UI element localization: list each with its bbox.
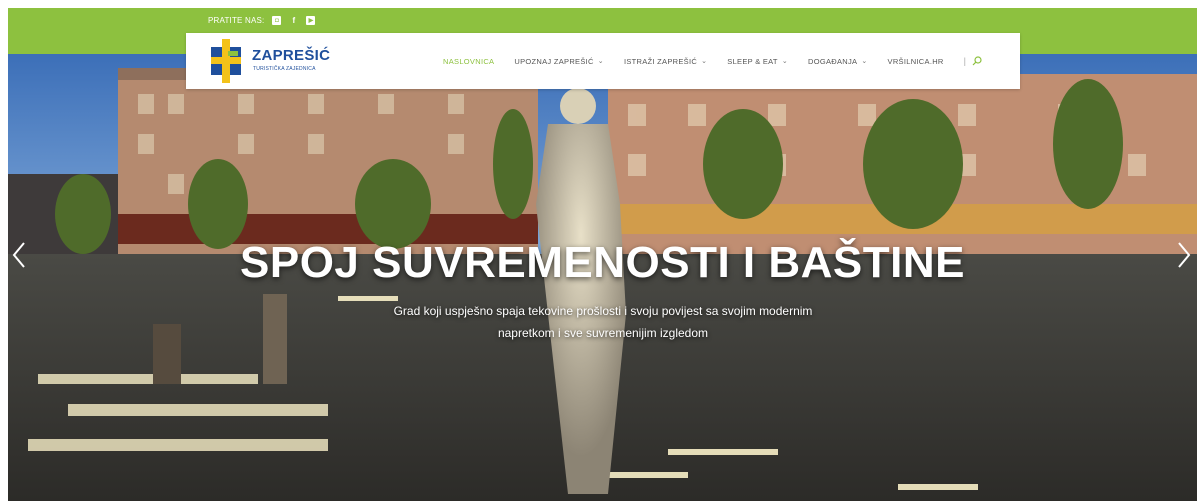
instagram-icon[interactable]: ◘ — [272, 16, 282, 25]
main-navigation: NASLOVNICA UPOZNAJ ZAPREŠIĆ ⌄ ISTRAŽI ZA… — [443, 33, 982, 89]
nav-label: ISTRAŽI ZAPREŠIĆ — [623, 56, 698, 66]
nav-sleep-eat[interactable]: SLEEP & EAT ⌄ — [727, 57, 788, 66]
brand-name: ZAPREŠIĆ — [252, 47, 331, 64]
nav-separator: | — [963, 56, 966, 66]
hero-subline-2: napretkom i sve suvremenijim izgledom — [497, 326, 709, 340]
nav-label: DOGAĐANJA — [807, 56, 858, 66]
zapresic-logo[interactable] — [208, 39, 244, 83]
brand-subtitle: TURISTIČKA ZAJEDNICA — [253, 66, 316, 72]
hero-slider: SPOJ SUVREMENOSTI I BAŠTINE Grad koji us… — [8, 54, 1197, 501]
search-icon[interactable] — [972, 56, 982, 66]
hero-headline: SPOJ SUVREMENOSTI I BAŠTINE — [240, 238, 965, 287]
nav-naslovnica[interactable]: NASLOVNICA — [443, 57, 494, 66]
nav-label: NASLOVNICA — [443, 56, 495, 66]
chevron-down-icon: ⌄ — [597, 58, 604, 65]
nav-label: UPOZNAJ ZAPREŠIĆ — [514, 56, 594, 66]
chevron-right-icon[interactable] — [1175, 240, 1193, 270]
page-frame: PRATITE NAS: ◘ f ▶ SPOJ SUVREMENOSTI I B… — [8, 8, 1197, 501]
nav-istrazi-zapresic[interactable]: ISTRAŽI ZAPREŠIĆ ⌄ — [624, 57, 707, 66]
chevron-down-icon: ⌄ — [861, 58, 868, 65]
facebook-icon[interactable]: f — [289, 16, 298, 25]
social-follow: PRATITE NAS: ◘ f ▶ — [208, 16, 316, 25]
chevron-down-icon: ⌄ — [781, 58, 788, 65]
nav-label: VRŠILNICA.HR — [887, 56, 944, 66]
chevron-down-icon: ⌄ — [701, 58, 708, 65]
hero-subline: Grad koji uspješno spaja tekovine prošlo… — [348, 300, 858, 344]
nav-vrsilnica[interactable]: VRŠILNICA.HR — [888, 57, 944, 66]
hero-subline-1: Grad koji uspješno spaja tekovine prošlo… — [393, 304, 813, 318]
youtube-icon[interactable]: ▶ — [306, 16, 316, 25]
nav-upoznaj-zapresic[interactable]: UPOZNAJ ZAPREŠIĆ ⌄ — [514, 57, 604, 66]
site-header: ZAPREŠIĆ TURISTIČKA ZAJEDNICA NASLOVNICA… — [186, 33, 1020, 89]
nav-dogadanja[interactable]: DOGAĐANJA ⌄ — [808, 57, 868, 66]
nav-label: SLEEP & EAT — [727, 56, 778, 66]
follow-label: PRATITE NAS: — [208, 16, 265, 25]
chevron-left-icon[interactable] — [10, 240, 28, 270]
